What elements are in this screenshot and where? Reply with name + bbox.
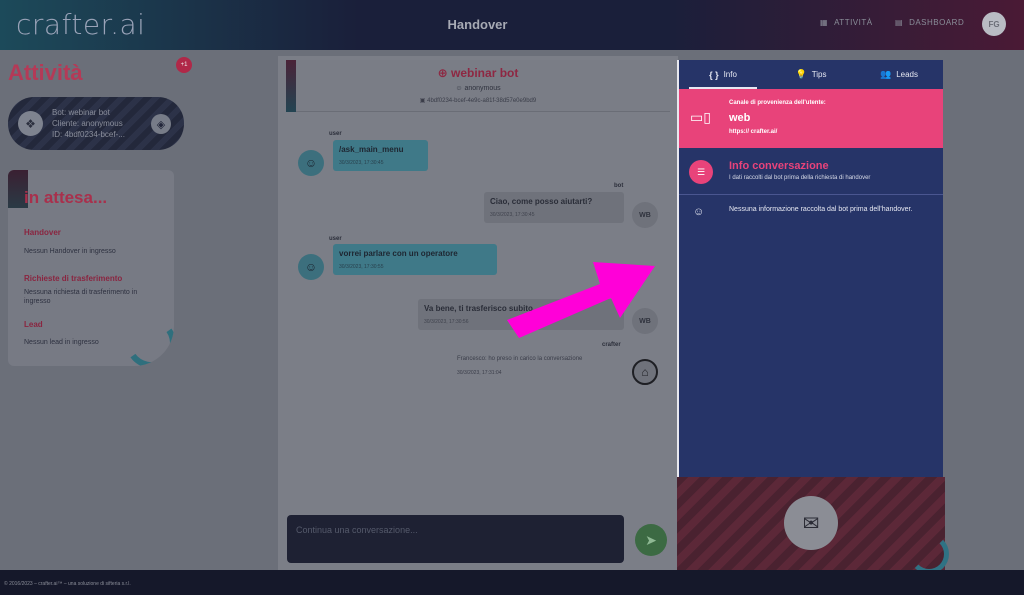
user-avatar-icon: ☺ <box>298 254 324 280</box>
highlight-arrow <box>507 262 655 338</box>
message-sender: user <box>329 236 342 242</box>
message-sender: bot <box>614 183 624 189</box>
message-time: 30/3/2023, 17:30:45 <box>339 160 384 166</box>
channel-url[interactable]: https:// crafter.ai/ <box>729 129 777 135</box>
top-bar: crafter.ai Handover ▦ ATTIVITÀ ▤ DASHBOA… <box>0 0 1024 50</box>
handover-heading: Handover <box>24 228 61 237</box>
transfer-text: Nessuna richiesta di trasferimento in in… <box>24 289 138 305</box>
message-text: Ciao, come posso aiutarti? <box>490 197 593 206</box>
message-sender: user <box>329 131 342 137</box>
activities-badge[interactable]: +1 <box>176 57 192 73</box>
activity-icon: ▦ <box>820 18 829 27</box>
no-info-text: Nessuna informazione raccolta dal bot pr… <box>729 206 913 213</box>
waiting-title: in attesa... <box>24 188 108 207</box>
braces-icon: { } <box>709 69 719 80</box>
bot-name: Bot: webinar bot <box>52 108 110 117</box>
system-message-text: Francesco: ho preso in carico la convers… <box>457 356 583 362</box>
list-icon: ☰ <box>689 160 713 184</box>
devices-icon: ▭▯ <box>690 109 711 125</box>
dashboard-icon: ▤ <box>895 18 904 27</box>
lightbulb-icon: 💡 <box>795 69 807 79</box>
user-avatar-icon: ☺ <box>298 150 324 176</box>
channel-label: Canale di provenienza dell'utente: <box>729 100 826 106</box>
message-bubble: vorrei parlare con un operatore 30/3/202… <box>333 244 497 275</box>
info-conversation-section: ☰ Info conversazione I dati raccolti dal… <box>679 148 943 195</box>
message-text: vorrei parlare con un operatore <box>339 249 458 258</box>
client-name: Cliente: anonymous <box>52 119 123 128</box>
users-icon: 👥 <box>879 69 892 79</box>
bot-icon: ❖ <box>18 111 43 136</box>
activities-title: Attività <box>8 60 83 85</box>
send-icon: ➤ <box>645 531 657 548</box>
panel-footer-decoration: ✉ <box>677 477 949 574</box>
handover-text: Nessun Handover in ingresso <box>24 248 116 255</box>
system-message-time: 30/3/2023, 17:31:04 <box>457 370 502 376</box>
system-message: Francesco: ho preso in carico la convers… <box>457 356 637 376</box>
chat-user: ☺ anonymous <box>455 85 501 92</box>
message-time: 30/3/2023, 17:30:45 <box>490 212 535 218</box>
channel-value: web <box>729 112 751 124</box>
channel-box: ▭▯ Canale di provenienza dell'utente: we… <box>679 89 943 148</box>
chat-title: ⊕ webinar bot <box>437 66 519 80</box>
page-footer: © 2016/2023 – crafter.ai™ – una soluzion… <box>0 570 1024 595</box>
chat-conversation-id[interactable]: ▣ 4bdf0234-bcef-4e9c-a81f-38d57e0e9bd9 <box>286 97 670 104</box>
footer-arc-decoration <box>909 534 949 574</box>
user-avatar[interactable]: FG <box>982 12 1006 36</box>
nav-dashboard-label: DASHBOARD <box>909 18 965 27</box>
smiley-icon: ☺ <box>693 206 705 218</box>
chat-header: ⊕ webinar bot ☺ anonymous ▣ 4bdf0234-bce… <box>286 60 670 112</box>
transfer-icon[interactable]: ◈ <box>151 114 171 134</box>
system-sender: crafter <box>602 342 621 348</box>
nav-dashboard[interactable]: ▤ DASHBOARD <box>895 18 964 27</box>
lead-heading: Lead <box>24 320 43 329</box>
page-title: Handover <box>447 17 508 32</box>
nav-activity-label: ATTIVITÀ <box>834 18 873 27</box>
message-text: /ask_main_menu <box>339 145 404 154</box>
send-button[interactable]: ➤ <box>635 524 667 556</box>
transfer-heading: Richieste di trasferimento <box>24 274 123 283</box>
logo[interactable]: crafter.ai <box>16 8 145 41</box>
tab-info[interactable]: { } Info <box>679 60 767 89</box>
bot-avatar: WB <box>632 202 658 228</box>
chat-input[interactable]: Continua una conversazione... <box>287 515 624 563</box>
card-arc-decoration <box>122 314 174 366</box>
waiting-card: in attesa... Handover Nessun Handover in… <box>8 170 174 366</box>
message-bubble: Ciao, come posso aiutarti? 30/3/2023, 17… <box>484 192 624 223</box>
message-bubble: /ask_main_menu 30/3/2023, 17:30:45 <box>333 140 428 171</box>
tab-tips-label: Tips <box>811 70 827 79</box>
info-conversation-heading: Info conversazione <box>729 160 829 172</box>
active-conversation-card[interactable]: ❖ Bot: webinar bot Cliente: anonymous ID… <box>8 97 184 150</box>
conversation-id: ID: 4bdf0234-bcef-... <box>52 130 125 139</box>
tab-tips[interactable]: 💡 Tips <box>767 60 855 89</box>
nav-activity[interactable]: ▦ ATTIVITÀ <box>820 18 873 27</box>
info-conversation-text: I dati raccolti dal bot prima della rich… <box>729 175 871 181</box>
tab-info-label: Info <box>723 70 737 79</box>
no-info-section: ☺ Nessuna informazione raccolta dal bot … <box>679 196 943 236</box>
no-chat-icon[interactable]: ✉ <box>784 496 838 550</box>
message-time: 30/3/2023, 17:30:55 <box>339 264 384 270</box>
tab-leads-label: Leads <box>896 70 918 79</box>
tab-leads[interactable]: 👥 Leads <box>855 60 943 89</box>
panel-tabs: { } Info 💡 Tips 👥 Leads <box>679 60 943 89</box>
